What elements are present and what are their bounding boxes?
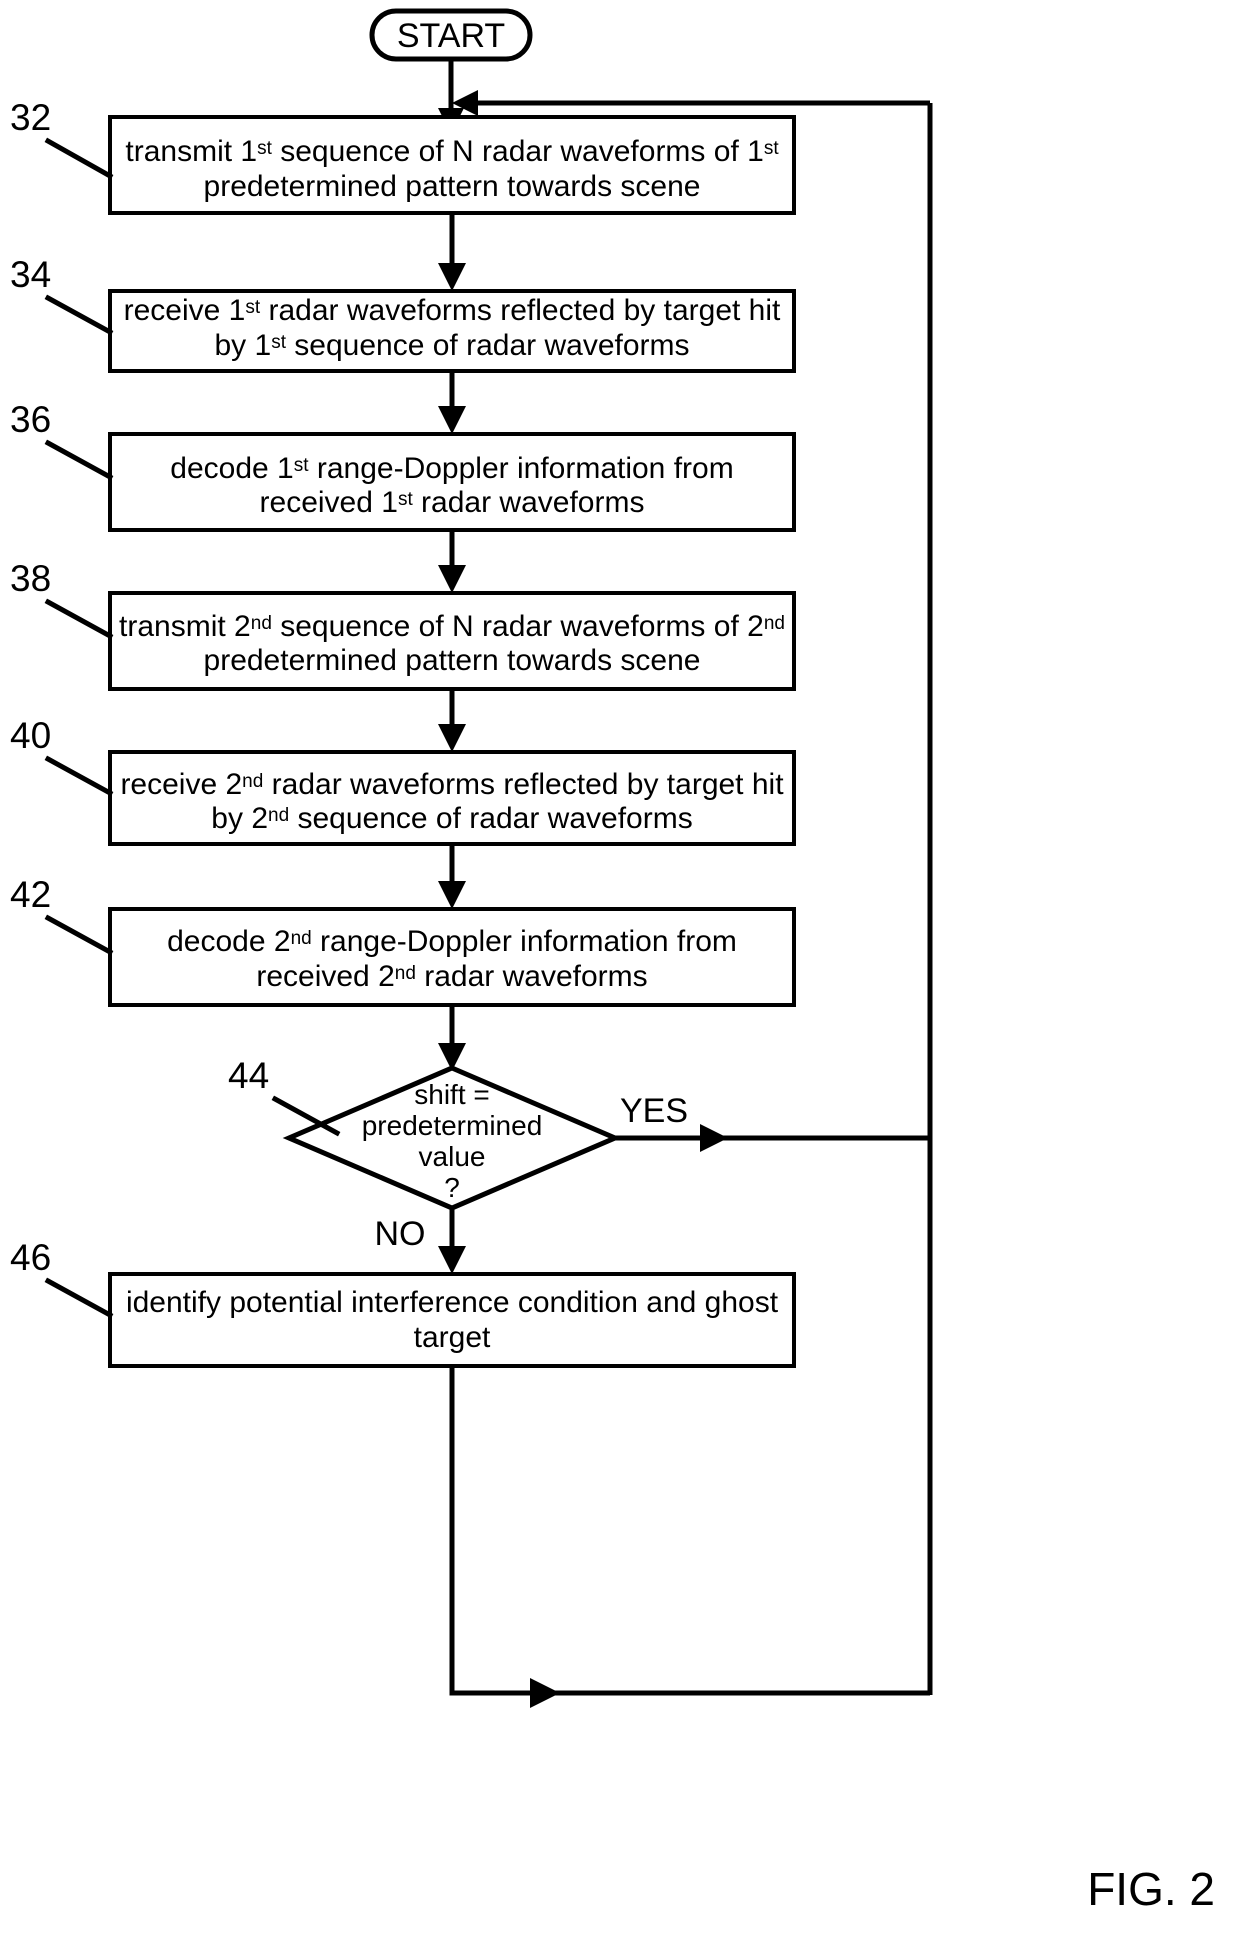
process-box-38-line-1: transmit 2nd sequence of N radar wavefor… [119, 610, 785, 643]
process-box-42-line-2: received 2nd radar waveforms [256, 960, 647, 993]
ref-number-32: 32 [10, 97, 51, 138]
process-box-46-line-1: identify potential interference conditio… [126, 1286, 779, 1319]
figure-caption: FIG. 2 [1087, 1863, 1215, 1915]
ref-callout-46: 46 [10, 1237, 114, 1319]
process-box-40-line-1: receive 2nd radar waveforms reflected by… [120, 768, 784, 801]
process-box-34-line-1: receive 1st radar waveforms reflected by… [124, 294, 781, 327]
process-box-36: decode 1st range-Doppler information fro… [108, 432, 796, 532]
arrowhead-down-to-36 [438, 406, 466, 434]
arrowhead-right-bottom-return [530, 1678, 560, 1708]
start-terminator-label: START [397, 17, 505, 55]
process-box-46: identify potential interference conditio… [108, 1272, 796, 1368]
process-box-42: decode 2nd range-Doppler information fro… [108, 907, 796, 1007]
flowchart-canvas: START transmit 1st sequence of N radar w… [10, 8, 1215, 1915]
branch-no: NO [375, 1208, 466, 1274]
connector-38-to-40 [438, 689, 466, 752]
process-box-32-line-2: predetermined pattern towards scene [204, 170, 701, 203]
ref-number-38: 38 [10, 558, 51, 599]
connector-36-to-38 [438, 530, 466, 593]
ref-callout-40: 40 [10, 715, 114, 797]
decision-44-line-4: ? [444, 1172, 460, 1203]
decision-44-line-1: shift = [414, 1079, 489, 1110]
ref-callout-32: 32 [10, 97, 114, 180]
process-box-36-line-1: decode 1st range-Doppler information fro… [170, 452, 733, 485]
ref-callout-36: 36 [10, 399, 114, 481]
ref-number-46: 46 [10, 1237, 51, 1278]
process-box-42-line-1: decode 2nd range-Doppler information fro… [167, 925, 737, 958]
ref-callout-44: 44 [228, 1055, 341, 1137]
process-box-34-line-2: by 1st sequence of radar waveforms [214, 329, 689, 362]
ref-callout-34: 34 [10, 254, 114, 336]
process-box-32: transmit 1st sequence of N radar wavefor… [108, 115, 796, 215]
connector-40-to-42 [438, 844, 466, 909]
process-box-38-line-2: predetermined pattern towards scene [204, 644, 701, 677]
connector-34-to-36 [438, 371, 466, 434]
connector-46-to-return [449, 1366, 930, 1708]
arrowhead-right-yes [700, 1124, 728, 1152]
start-terminator: START [369, 8, 533, 62]
ref-callout-42: 42 [10, 874, 114, 956]
arrowhead-down-to-42 [438, 881, 466, 909]
process-box-38: transmit 2nd sequence of N radar wavefor… [108, 591, 796, 691]
ref-number-36: 36 [10, 399, 51, 440]
decision-44-line-2: predetermined [362, 1110, 543, 1141]
branch-yes: YES [615, 1092, 930, 1152]
arrowhead-down-to-40 [438, 724, 466, 752]
ref-number-42: 42 [10, 874, 51, 915]
arrowhead-down-to-34 [438, 263, 466, 291]
decision-44-line-3: value [419, 1141, 486, 1172]
ref-number-44: 44 [228, 1055, 269, 1096]
connector-32-to-34 [438, 213, 466, 291]
process-box-32-line-1: transmit 1st sequence of N radar wavefor… [125, 135, 779, 168]
process-box-34: receive 1st radar waveforms reflected by… [108, 289, 796, 373]
branch-label-yes: YES [620, 1092, 688, 1130]
process-box-40: receive 2nd radar waveforms reflected by… [108, 750, 796, 846]
ref-number-34: 34 [10, 254, 51, 295]
ref-callout-38: 38 [10, 558, 114, 640]
decision-diamond-44: shift = predetermined value ? [282, 1065, 622, 1211]
ref-number-40: 40 [10, 715, 51, 756]
process-box-36-line-2: received 1st radar waveforms [260, 486, 645, 519]
arrowhead-down-to-38 [438, 565, 466, 593]
connector-42-to-44 [438, 1005, 466, 1071]
branch-label-no: NO [375, 1215, 426, 1253]
figure-2-flowchart: START transmit 1st sequence of N radar w… [0, 0, 1240, 1933]
process-box-46-line-2: target [414, 1321, 491, 1354]
arrowhead-down-no [438, 1246, 466, 1274]
